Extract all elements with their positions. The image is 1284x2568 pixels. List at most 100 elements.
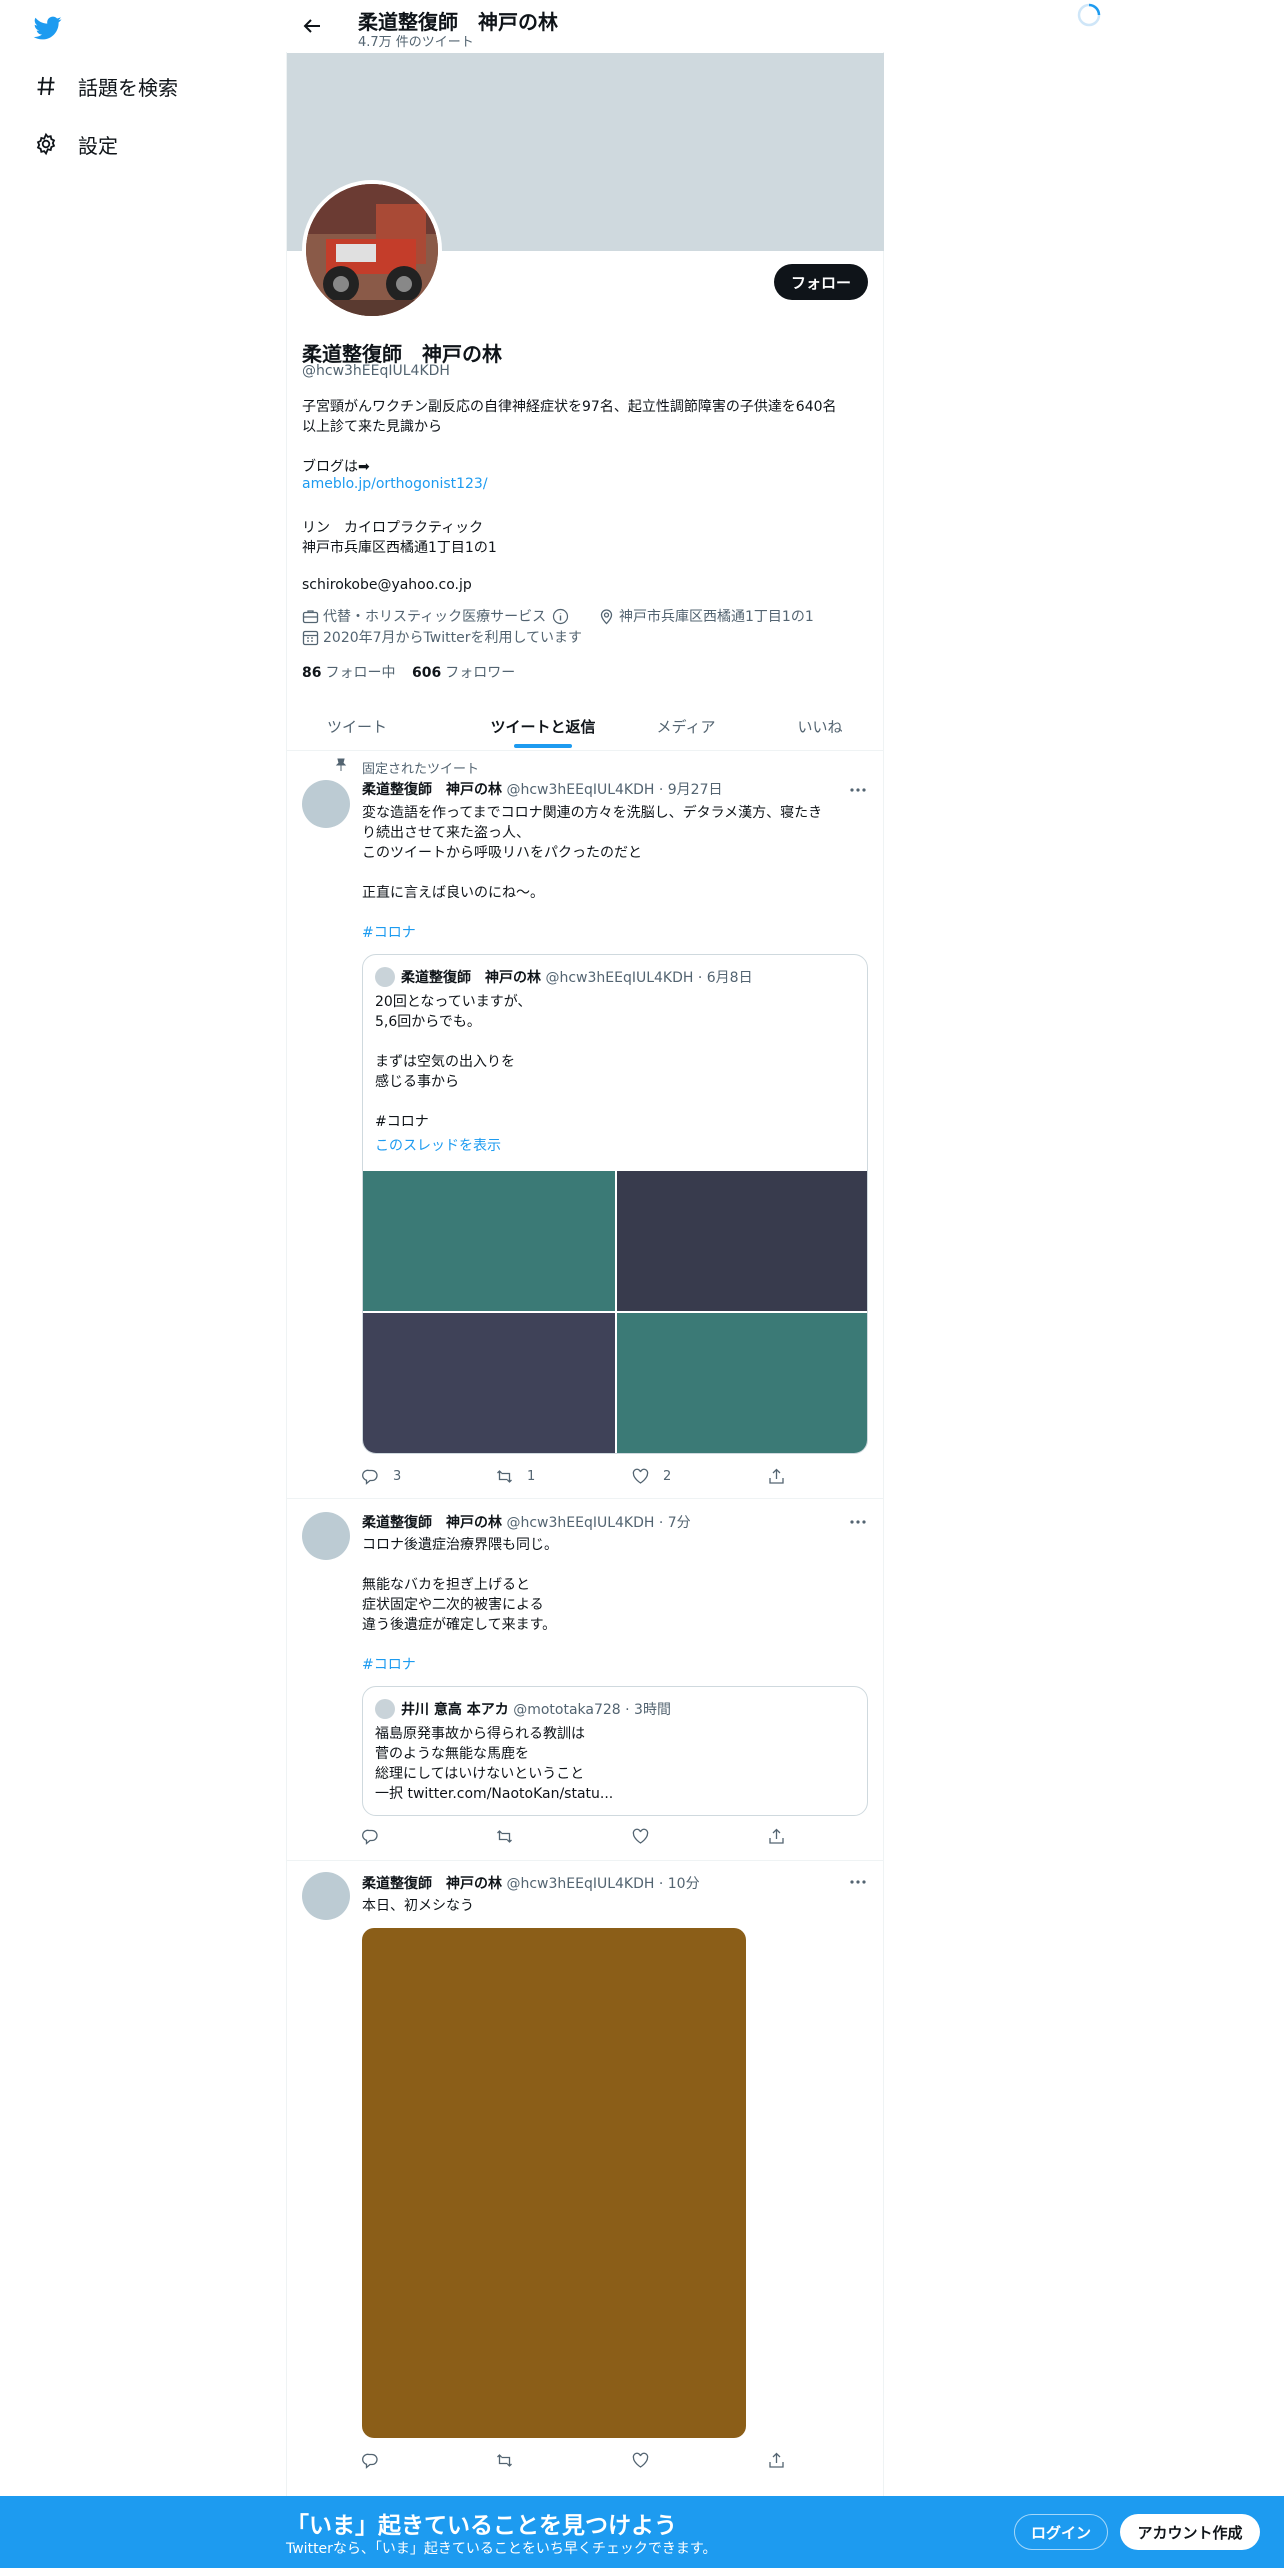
tweet-handle-time: @hcw3hEEqIUL4KDH · 9月27日 — [506, 782, 723, 798]
following-number: 86 — [302, 665, 322, 681]
quote-text: まずは空気の出入りを — [375, 1054, 515, 1070]
quoted-tweet[interactable]: 井川 意高 本アカ @mototaka728 · 3時間 福島原発事故から得られ… — [362, 1686, 868, 1816]
like-button[interactable] — [632, 1828, 663, 1845]
share-button[interactable] — [768, 1468, 799, 1485]
tweet-handle-time: @hcw3hEEqIUL4KDH · 7分 — [506, 1515, 691, 1531]
tab-tweets[interactable]: ツイート — [287, 700, 427, 752]
reply-button[interactable] — [362, 1828, 393, 1845]
info-icon[interactable] — [552, 608, 569, 625]
more-options-icon[interactable] — [848, 1872, 868, 1892]
location-text: 神戸市兵庫区西橘通1丁目1の1 — [619, 609, 814, 625]
nav-item-settings[interactable]: 設定 — [34, 124, 118, 164]
profile-joined: 2020年7月からTwitterを利用しています — [302, 627, 582, 647]
location-pin-icon — [598, 608, 615, 625]
following-count[interactable]: 86 フォロー中 — [302, 662, 395, 682]
follow-button[interactable]: フォロー — [774, 264, 868, 300]
media-image[interactable] — [617, 1171, 867, 1311]
signup-prompt-subtitle: Twitterなら、「いま」起きていることをいち早くチェックできます。 — [286, 2541, 717, 2557]
quote-text: #コロナ — [375, 1114, 429, 1130]
quote-text: 菅のような無能な馬鹿を — [375, 1746, 529, 1762]
quote-header: 柔道整復師 神戸の林 @hcw3hEEqIUL4KDH · 6月8日 — [401, 967, 753, 987]
quote-author-name: 井川 意高 本アカ — [401, 1702, 509, 1718]
back-arrow-icon[interactable] — [300, 14, 324, 38]
media-image[interactable] — [363, 1171, 615, 1311]
bio-line: 以上診て来た見識から — [302, 419, 442, 435]
signup-prompt-title: 「いま」起きていることを見つけよう — [286, 2513, 677, 2539]
followers-count[interactable]: 606 フォロワー — [412, 662, 515, 682]
quote-text: 20回となっていますが、 — [375, 994, 532, 1010]
more-options-icon[interactable] — [848, 780, 868, 800]
reply-icon — [362, 1829, 378, 1845]
tweet-text: 違う後遺症が確定して来ます。 — [362, 1617, 557, 1633]
retweet-button[interactable] — [496, 1828, 527, 1845]
hashtag-link[interactable]: #コロナ — [362, 922, 416, 942]
nav-item-explore[interactable]: 話題を検索 — [34, 66, 178, 106]
tweet-text: このツイートから呼吸リハをパクったのだと — [362, 845, 642, 861]
more-options-icon[interactable] — [848, 1512, 868, 1532]
quote-handle-time: @hcw3hEEqIUL4KDH · 6月8日 — [545, 970, 753, 986]
heart-icon — [632, 1828, 649, 1844]
twitter-logo-icon[interactable] — [32, 14, 64, 42]
divider — [287, 750, 884, 751]
show-thread-link[interactable]: このスレッドを表示 — [375, 1135, 501, 1155]
avatar[interactable] — [302, 1872, 350, 1920]
reply-icon — [362, 2453, 378, 2469]
avatar[interactable] — [302, 780, 350, 828]
tab-media[interactable]: メディア — [616, 700, 756, 752]
like-button[interactable] — [632, 2452, 663, 2469]
profile-avatar[interactable] — [302, 180, 442, 320]
joined-text: 2020年7月からTwitterを利用しています — [323, 630, 583, 646]
divider — [287, 1498, 884, 1499]
tweet-header: 柔道整復師 神戸の林 @hcw3hEEqIUL4KDH · 9月27日 — [362, 779, 722, 799]
retweet-button[interactable]: 1 — [496, 1468, 535, 1485]
share-icon — [769, 1828, 784, 1844]
media-image[interactable] — [617, 1313, 867, 1453]
bio-line: 神戸市兵庫区西橘通1丁目1の1 — [302, 540, 497, 556]
quote-header: 井川 意高 本アカ @mototaka728 · 3時間 — [401, 1699, 671, 1719]
following-label: フォロー中 — [325, 665, 396, 681]
share-icon — [769, 2452, 784, 2468]
reply-button[interactable] — [362, 2452, 393, 2469]
media-image[interactable] — [362, 1928, 746, 2438]
quote-handle-time: @mototaka728 · 3時間 — [513, 1702, 671, 1718]
tweet-text: 正直に言えば良いのにね〜。 — [362, 885, 544, 901]
like-button[interactable]: 2 — [632, 1468, 671, 1485]
tweet-text: コロナ後遺症治療界隈も同じ。 — [362, 1537, 558, 1553]
quoted-tweet[interactable]: 柔道整復師 神戸の林 @hcw3hEEqIUL4KDH · 6月8日 20回とな… — [362, 954, 868, 1454]
heart-icon — [632, 1468, 649, 1484]
tweet-author-name[interactable]: 柔道整復師 神戸の林 — [362, 782, 502, 798]
avatar — [375, 967, 395, 987]
retweet-icon — [497, 2454, 512, 2467]
avatar[interactable] — [302, 1512, 350, 1560]
retweet-button[interactable] — [496, 2452, 527, 2469]
retweet-icon — [497, 1470, 512, 1483]
followers-label: フォロワー — [445, 665, 516, 681]
share-button[interactable] — [768, 1828, 799, 1845]
profile-location: 神戸市兵庫区西橘通1丁目1の1 — [598, 606, 814, 626]
quote-text: 一択 twitter.com/NaotoKan/statu... — [375, 1786, 614, 1802]
tweet-text: り続出させて来た盗っ人、 — [362, 825, 530, 841]
calendar-icon — [302, 629, 319, 646]
media-image[interactable] — [363, 1313, 615, 1453]
tweet-handle-time: @hcw3hEEqIUL4KDH · 10分 — [506, 1876, 700, 1892]
tweet-text: 無能なバカを担ぎ上げると — [362, 1577, 530, 1593]
quote-text: 感じる事から — [375, 1074, 459, 1090]
login-button[interactable]: ログイン — [1014, 2514, 1108, 2550]
avatar — [375, 1699, 395, 1719]
bio-line: 子宮頸がんワクチン副反応の自律神経症状を97名、起立性調節障害の子供達を640名 — [302, 399, 837, 415]
hashtag-link[interactable]: #コロナ — [362, 1654, 416, 1674]
briefcase-icon — [302, 608, 319, 625]
reply-button[interactable]: 3 — [362, 1468, 401, 1485]
tweet-author-name[interactable]: 柔道整復師 神戸の林 — [362, 1876, 502, 1892]
bio-link[interactable]: ameblo.jp/orthogonist123/ — [302, 476, 488, 492]
tweet-author-name[interactable]: 柔道整復師 神戸の林 — [362, 1515, 502, 1531]
signup-button[interactable]: アカウント作成 — [1120, 2514, 1260, 2550]
category-text: 代替・ホリスティック医療サービス — [323, 609, 547, 625]
nav-label-settings: 設定 — [78, 133, 118, 158]
quote-text: 福島原発事故から得られる教訓は — [375, 1726, 585, 1742]
retweet-count: 1 — [527, 1469, 536, 1484]
share-button[interactable] — [768, 2452, 799, 2469]
tab-likes[interactable]: いいね — [756, 700, 884, 752]
header-tweet-count: 4.7万 件のツイート — [358, 35, 474, 50]
quote-text: 総理にしてはいけないということ — [375, 1766, 585, 1782]
